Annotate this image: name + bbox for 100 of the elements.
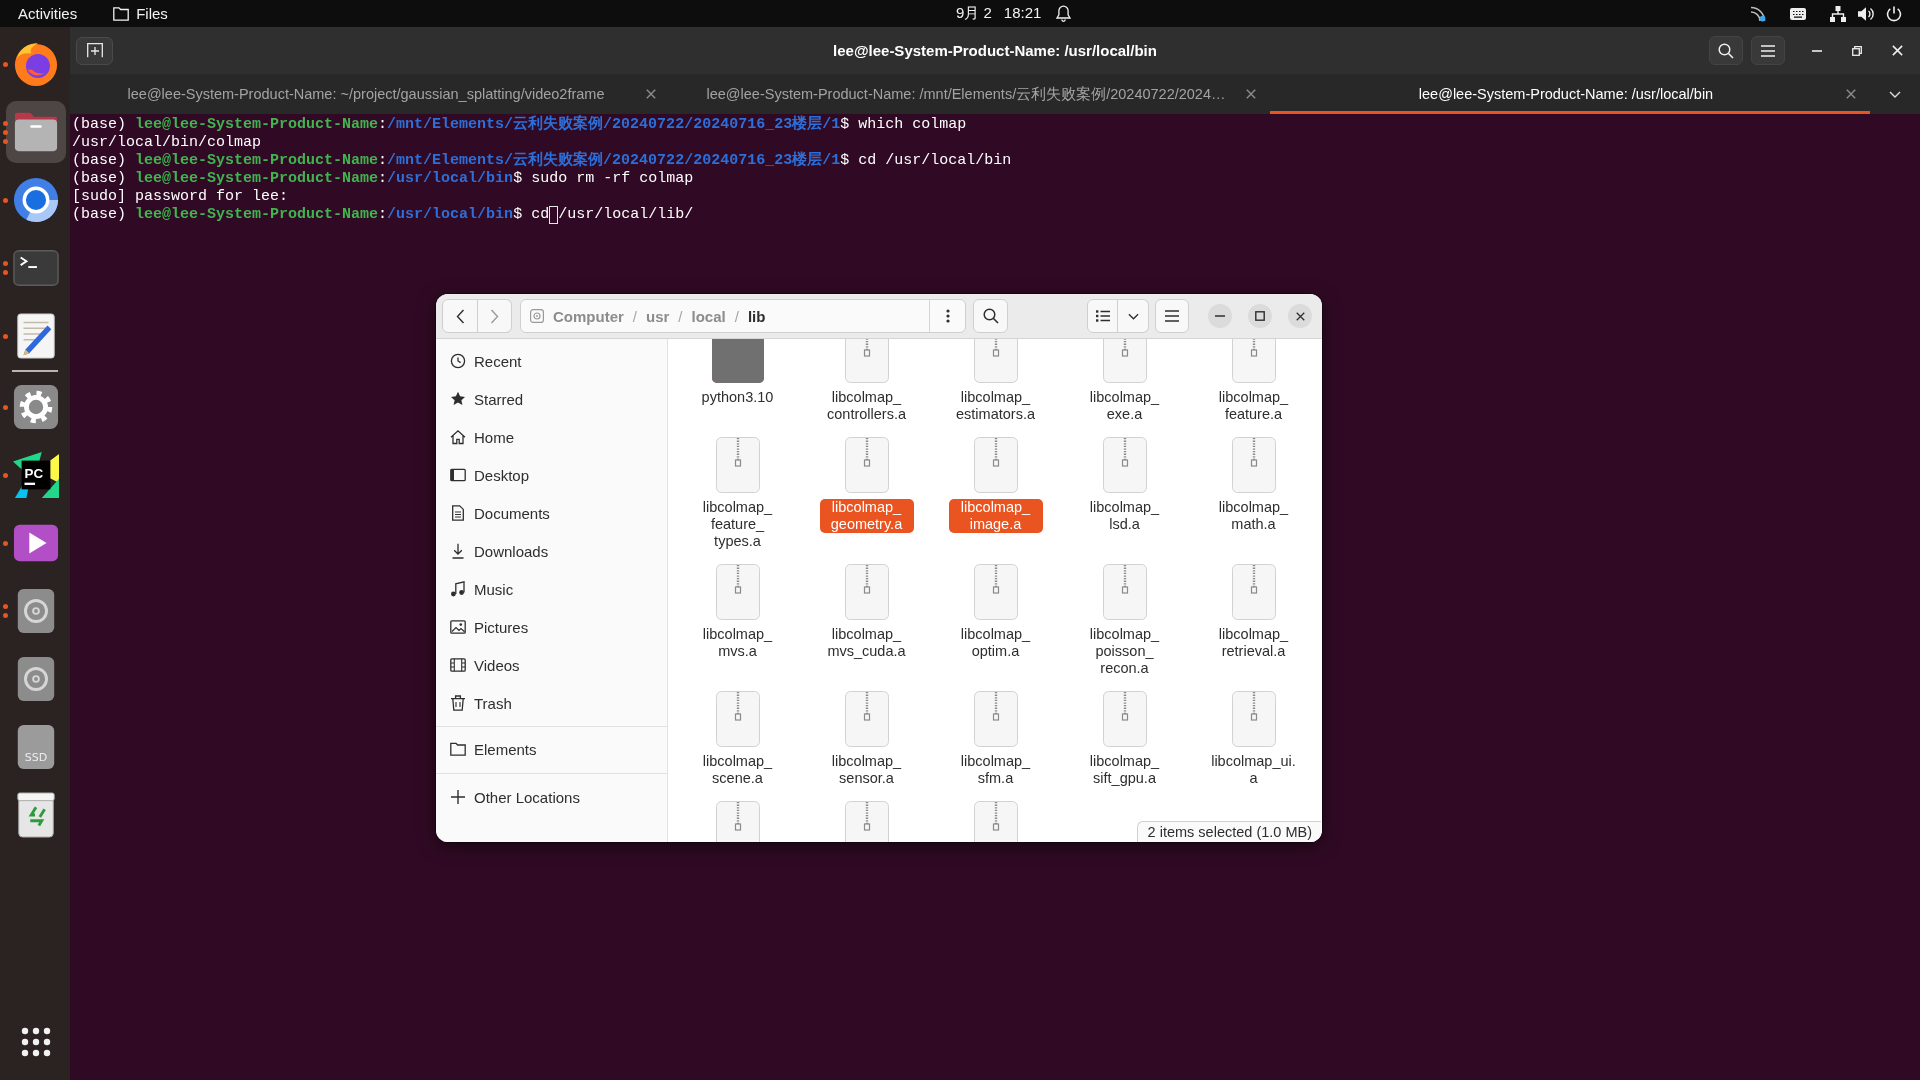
running-dot-icon <box>3 613 8 618</box>
file-name[interactable]: libcolmap_mvs.a <box>690 626 785 660</box>
path-separator: / <box>632 307 637 325</box>
running-dot-icon <box>3 120 8 126</box>
search-button[interactable] <box>1709 36 1743 65</box>
sidebar-item[interactable]: Other Locations <box>440 778 663 816</box>
file-name[interactable]: python3.10 <box>698 389 777 406</box>
film-icon[interactable] <box>450 657 466 673</box>
file-name[interactable]: libcolmap_controllers.a <box>819 389 914 423</box>
file-name[interactable]: libcolmap_lsd.a <box>1077 499 1172 533</box>
app-menu-button[interactable]: Files <box>113 5 168 22</box>
menu-icon[interactable] <box>1165 310 1179 322</box>
sidebar-item[interactable]: Trash <box>440 684 663 722</box>
sidebar-item[interactable]: Elements <box>440 730 663 768</box>
close-button[interactable] <box>1288 304 1312 328</box>
running-dot-icon <box>3 261 8 266</box>
file-name[interactable]: libcolmap_sift_gpu.a <box>1077 753 1172 787</box>
file-name[interactable]: libcolmap_retrieval.a <box>1206 626 1301 660</box>
shell-prompt: (base) lee@lee-System-Product-Name:/mnt/Elements/云利失败案例/20240722/20240716_23楼层/1$ <box>72 152 850 169</box>
picture-icon[interactable] <box>450 619 466 635</box>
search-icon[interactable] <box>982 308 999 324</box>
file-name[interactable]: libcolmap_exe.a <box>1077 389 1172 423</box>
running-dot-icon <box>3 404 8 410</box>
terminal-tab[interactable]: lee@lee-System-Product-Name: /mnt/Elements/云利失败案例/20240722/2024… <box>670 74 1270 114</box>
wired-network-icon[interactable] <box>1830 5 1846 22</box>
flame-circle-icon[interactable] <box>13 41 59 87</box>
vertical-dots-icon[interactable] <box>945 309 950 323</box>
download-icon[interactable] <box>450 543 466 559</box>
terminal-tab[interactable]: lee@lee-System-Product-Name: /usr/local/bin <box>1270 74 1870 114</box>
search-icon[interactable] <box>1718 42 1734 59</box>
new-tab-icon[interactable] <box>86 43 103 58</box>
maximize-button[interactable] <box>1248 304 1272 328</box>
apps-grid-icon[interactable] <box>21 1027 51 1057</box>
running-dot-icon <box>3 472 8 478</box>
folder-icon[interactable] <box>450 741 466 757</box>
sidebar-item[interactable]: Starred <box>440 380 663 418</box>
minimize-button[interactable] <box>1208 304 1232 328</box>
selection-status: 2 items selected (1.0 MB) <box>1136 821 1321 842</box>
file-name[interactable]: libcolmap_mvs_cuda.a <box>819 626 914 660</box>
sidebar-item[interactable]: Music <box>440 570 663 608</box>
file-name[interactable]: libcolmap_scene.a <box>690 753 785 787</box>
command-text: /usr/local/lib/ <box>558 206 694 223</box>
path-separator: / <box>678 307 683 325</box>
sidebar-item[interactable]: Downloads <box>440 532 663 570</box>
power-icon[interactable] <box>1886 5 1902 22</box>
speaker-icon[interactable] <box>1858 5 1874 22</box>
file-name[interactable]: libcolmap_estimators.a <box>948 389 1043 423</box>
new-tab-button[interactable] <box>76 36 113 65</box>
running-dot-icon <box>3 270 8 275</box>
star-icon[interactable] <box>450 391 466 407</box>
command-text: cd /usr/local/bin <box>858 152 1012 169</box>
plus-icon[interactable] <box>450 789 466 805</box>
maximize-icon[interactable] <box>1255 311 1265 321</box>
home-icon[interactable] <box>450 429 466 445</box>
keyboard-icon[interactable] <box>1790 7 1806 20</box>
chevron-down-icon[interactable] <box>1127 312 1139 320</box>
running-dot-icon <box>3 138 8 144</box>
output-text: /usr/local/bin/colmap <box>72 134 262 151</box>
file-name[interactable]: libcolmap_poisson_recon.a <box>1077 626 1172 677</box>
running-dot-icon <box>3 61 8 67</box>
chevron-right-icon[interactable] <box>490 308 499 324</box>
sidebar-item[interactable]: Videos <box>440 646 663 684</box>
trash-icon[interactable] <box>450 695 466 711</box>
file-name[interactable]: libcolmap_feature.a <box>1206 389 1301 423</box>
circle-ring-icon[interactable] <box>13 177 59 223</box>
clock-icon[interactable] <box>450 353 466 369</box>
desktop-icon[interactable] <box>450 467 466 483</box>
file-name[interactable]: libcolmap_sfm.a <box>948 753 1043 787</box>
command-text: sudo rm -rf colmap <box>531 170 694 187</box>
bell-icon[interactable] <box>1056 5 1072 22</box>
file-name[interactable]: libcolmap_sensor.a <box>819 753 914 787</box>
running-dot-icon <box>3 129 8 135</box>
file-name[interactable]: libcolmap_geometry.a <box>819 499 914 533</box>
clock-button[interactable]: 9月 2 18:21 <box>956 4 1042 23</box>
path-segment[interactable]: lib <box>747 307 766 325</box>
document-icon[interactable] <box>450 505 466 521</box>
file-name[interactable]: libcolmap_feature_types.a <box>690 499 785 550</box>
restore-icon[interactable] <box>1852 45 1862 56</box>
chevron-left-icon[interactable] <box>455 308 465 324</box>
menu-button[interactable] <box>1751 36 1785 65</box>
shell-prompt: (base) lee@lee-System-Product-Name:/usr/local/bin$ <box>72 170 523 187</box>
signal-arcs-icon[interactable] <box>1750 5 1766 22</box>
sidebar-item[interactable]: Desktop <box>440 456 663 494</box>
terminal-tab[interactable]: lee@lee-System-Product-Name: ~/project/gaussian_splatting/video2frame <box>70 74 670 114</box>
sidebar-item[interactable]: Pictures <box>440 608 663 646</box>
close-icon[interactable] <box>1295 311 1305 321</box>
file-name[interactable]: libcolmap_optim.a <box>948 626 1043 660</box>
music-note-icon[interactable] <box>450 581 466 597</box>
sidebar-item[interactable]: Recent <box>440 342 663 380</box>
file-name[interactable]: libcolmap_image.a <box>948 499 1043 533</box>
sidebar-item[interactable]: Documents <box>440 494 663 532</box>
list-icon[interactable] <box>1095 310 1110 322</box>
list-view-button[interactable] <box>1087 299 1118 333</box>
file-name[interactable]: libcolmap_ui.a <box>1206 753 1301 787</box>
activities-button[interactable]: Activities <box>18 5 78 22</box>
sidebar-item[interactable]: Home <box>440 418 663 456</box>
disk-icon[interactable] <box>530 309 544 323</box>
file-name[interactable]: libcolmap_math.a <box>1206 499 1301 533</box>
running-dot-icon <box>3 540 8 546</box>
gear-icon[interactable] <box>13 384 59 430</box>
